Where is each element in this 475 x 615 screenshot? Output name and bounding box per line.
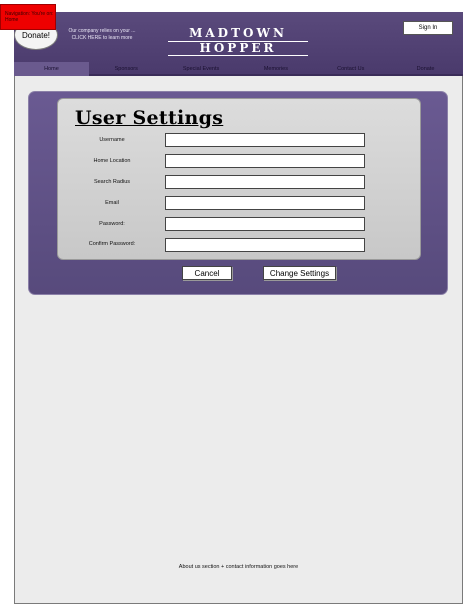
main-nav: Home Sponsors Special Events Memories Co… bbox=[14, 62, 463, 76]
nav-item-donate[interactable]: Donate bbox=[388, 62, 463, 76]
nav-item-home[interactable]: Home bbox=[14, 62, 89, 76]
logo-line-2: HOPPER bbox=[168, 42, 308, 56]
email-label: Email bbox=[105, 200, 119, 206]
username-field[interactable] bbox=[165, 133, 365, 147]
nav-item-contact-us[interactable]: Contact Us bbox=[313, 62, 388, 76]
promo-link[interactable]: Our company relies on your ... CLICK HER… bbox=[64, 28, 140, 42]
sticky-note: Navigation: You're on: Home bbox=[0, 4, 56, 30]
username-label: Username bbox=[99, 137, 125, 143]
change-settings-button[interactable]: Change Settings bbox=[263, 266, 336, 280]
page-title: User Settings bbox=[75, 107, 224, 129]
sign-in-button[interactable]: Sign In bbox=[403, 21, 453, 35]
search-radius-field[interactable] bbox=[165, 175, 365, 189]
email-field[interactable] bbox=[165, 196, 365, 210]
cancel-button[interactable]: Cancel bbox=[182, 266, 232, 280]
home-location-field[interactable] bbox=[165, 154, 365, 168]
confirm-password-field[interactable] bbox=[165, 238, 365, 252]
site-logo[interactable]: MADTOWN HOPPER bbox=[168, 27, 308, 56]
password-label: Password: bbox=[99, 221, 125, 227]
home-location-label: Home Location bbox=[93, 158, 131, 164]
search-radius-label: Search Radius bbox=[93, 179, 131, 185]
password-field[interactable] bbox=[165, 217, 365, 231]
nav-item-special-events[interactable]: Special Events bbox=[164, 62, 239, 76]
footer-info: About us section + contact information g… bbox=[178, 564, 299, 570]
logo-line-1: MADTOWN bbox=[168, 27, 308, 42]
confirm-password-label: Confirm Password: bbox=[88, 241, 136, 247]
nav-item-sponsors[interactable]: Sponsors bbox=[89, 62, 164, 76]
nav-item-memories[interactable]: Memories bbox=[238, 62, 313, 76]
